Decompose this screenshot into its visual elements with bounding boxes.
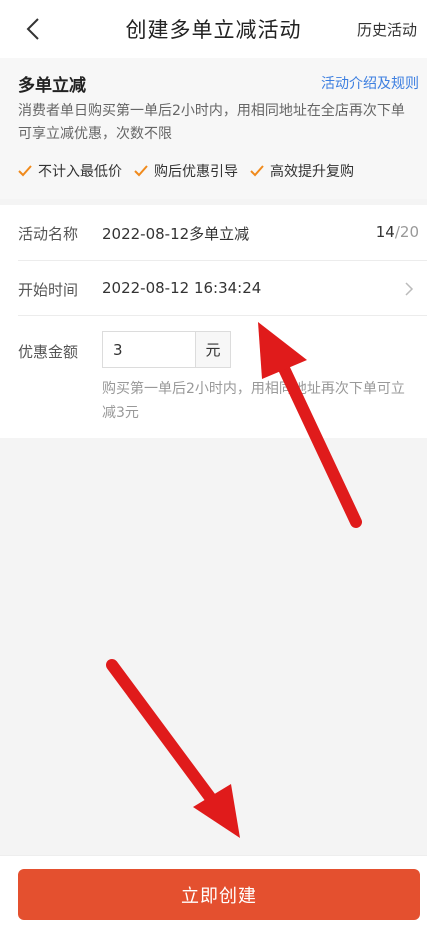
start-time-label: 开始时间 <box>18 281 79 299</box>
feature-item: 不计入最低价 <box>18 161 122 181</box>
activity-name-row[interactable]: 活动名称 2022-08-12多单立减 14/20 <box>0 205 427 259</box>
char-counter: 14/20 <box>376 223 419 241</box>
feature-item: 高效提升复购 <box>250 161 354 181</box>
feature-list: 不计入最低价 购后优惠引导 高效提升复购 <box>18 161 366 181</box>
intro-description: 消费者单日购买第一单后2小时内，用相同地址在全店再次下单可享立减优惠，次数不限 <box>18 103 405 142</box>
char-max: /20 <box>394 223 419 241</box>
discount-amount-input[interactable] <box>103 332 195 367</box>
check-icon <box>134 165 148 177</box>
feature-item: 购后优惠引导 <box>134 161 238 181</box>
discount-amount-field[interactable]: 元 <box>102 331 231 368</box>
activity-intro-card: 多单立减 活动介绍及规则 消费者单日购买第一单后2小时内，用相同地址在全店再次下… <box>0 58 427 199</box>
history-activities-link[interactable]: 历史活动 <box>357 19 417 40</box>
chevron-right-icon[interactable] <box>403 281 415 297</box>
nav-header: 创建多单立减活动 历史活动 <box>0 0 427 58</box>
check-icon <box>250 165 264 177</box>
page: 创建多单立减活动 历史活动 多单立减 活动介绍及规则 消费者单日购买第一单后2小… <box>0 0 427 937</box>
activity-name-value[interactable]: 2022-08-12多单立减 <box>102 223 249 244</box>
char-count: 14 <box>375 223 395 241</box>
start-time-value[interactable]: 2022-08-12 16:34:24 <box>102 279 261 297</box>
divider <box>18 315 427 316</box>
discount-label: 优惠金额 <box>18 343 79 361</box>
activity-form: 活动名称 2022-08-12多单立减 14/20 开始时间 2022-08-1… <box>0 205 427 438</box>
feature-label: 购后优惠引导 <box>154 164 238 180</box>
annotation-arrow-down <box>106 659 240 838</box>
start-time-row[interactable]: 开始时间 2022-08-12 16:34:24 <box>0 261 427 315</box>
feature-label: 高效提升复购 <box>270 164 354 180</box>
intro-title: 多单立减 <box>18 76 86 96</box>
feature-label: 不计入最低价 <box>38 164 122 180</box>
create-now-button[interactable]: 立即创建 <box>18 869 420 920</box>
bottom-action-bar: 立即创建 <box>0 855 427 937</box>
rules-link[interactable]: 活动介绍及规则 <box>321 73 419 93</box>
currency-unit: 元 <box>195 332 230 367</box>
discount-hint: 购买第一单后2小时内，用相同地址再次下单可立减3元 <box>102 381 405 421</box>
activity-name-label: 活动名称 <box>18 225 79 243</box>
check-icon <box>18 165 32 177</box>
